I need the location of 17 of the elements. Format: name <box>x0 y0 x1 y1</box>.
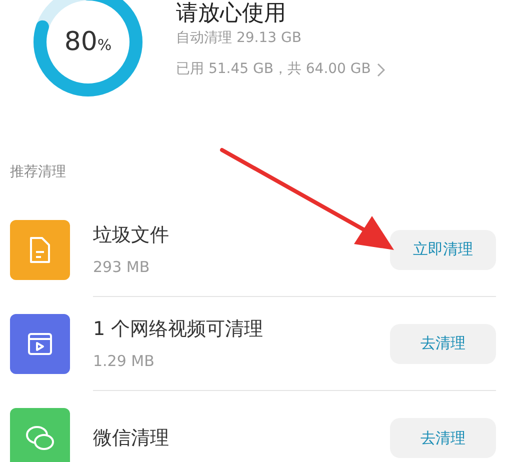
video-icon <box>27 332 53 356</box>
auto-clean-text: 自动清理 29.13 GB <box>176 29 302 48</box>
item-size: 1.29 MB <box>93 350 154 372</box>
document-icon <box>28 236 52 264</box>
item-title: 1 个网络视频可清理 <box>93 317 264 342</box>
item-title: 微信清理 <box>93 426 169 451</box>
section-title: 推荐清理 <box>10 163 66 182</box>
clean-button[interactable]: 去清理 <box>390 418 496 458</box>
clean-button[interactable]: 去清理 <box>390 324 496 364</box>
storage-usage-link[interactable]: 已用 51.45 GB，共 64.00 GB <box>176 59 371 80</box>
chat-bubbles-icon <box>25 425 55 451</box>
storage-percent: 80% <box>64 26 112 58</box>
storage-status-title: 请放心使用 <box>176 1 287 27</box>
chevron-right-icon[interactable] <box>376 62 385 76</box>
item-size: 293 MB <box>93 256 150 278</box>
item-title: 垃圾文件 <box>93 223 169 248</box>
clean-button[interactable]: 立即清理 <box>390 230 496 270</box>
